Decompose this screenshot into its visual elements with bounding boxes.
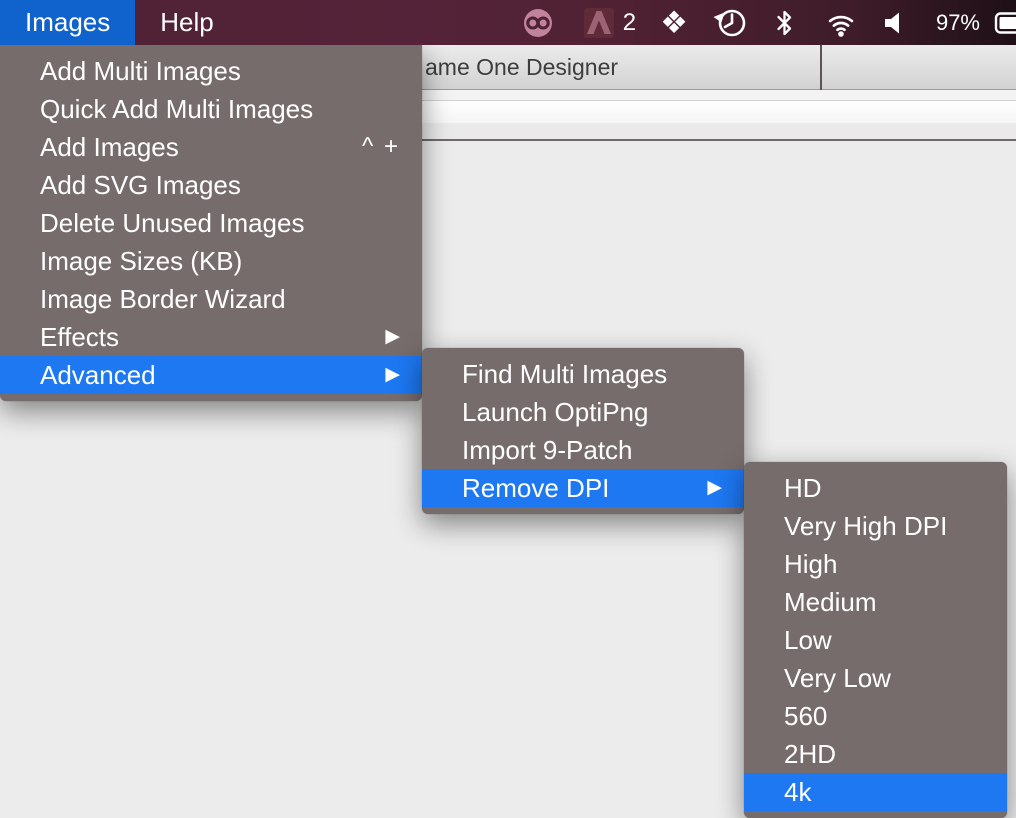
submenu-arrow-icon: ▶ xyxy=(385,318,400,356)
menu-item-label: Image Sizes (KB) xyxy=(40,242,400,280)
menu-item-label: Delete Unused Images xyxy=(40,204,400,242)
menu-item-label: HD xyxy=(784,469,985,507)
menu-item-label: Image Border Wizard xyxy=(40,280,400,318)
menu-item-label: Launch OptiPng xyxy=(462,393,722,431)
battery-icon[interactable] xyxy=(994,8,1016,38)
images-dropdown-menu: Add Multi Images Quick Add Multi Images … xyxy=(0,45,422,401)
menubar-status-area: 2 ❖ xyxy=(521,0,1016,45)
bluetooth-icon[interactable] xyxy=(774,7,796,39)
creative-cloud-icon[interactable] xyxy=(521,6,555,40)
menu-item-label: Find Multi Images xyxy=(462,355,722,393)
menu-item-label: 2HD xyxy=(784,735,985,773)
menu-item-effects[interactable]: Effects ▶ xyxy=(0,318,422,356)
menu-item-very-high-dpi[interactable]: Very High DPI xyxy=(744,507,1007,545)
menu-item-label: Remove DPI xyxy=(462,469,695,507)
time-machine-icon[interactable] xyxy=(712,6,748,40)
wifi-icon[interactable] xyxy=(824,8,858,38)
menu-item-label: Effects xyxy=(40,318,373,356)
advanced-submenu: Find Multi Images Launch OptiPng Import … xyxy=(422,348,744,514)
menu-item-medium[interactable]: Medium xyxy=(744,583,1007,621)
menu-item-remove-dpi[interactable]: Remove DPI ▶ xyxy=(422,469,744,507)
menu-item-label: Very Low xyxy=(784,659,985,697)
window-edge-divider xyxy=(820,45,822,90)
submenu-arrow-icon: ▶ xyxy=(707,469,722,507)
menu-item-add-images[interactable]: Add Images ^ + xyxy=(0,128,422,166)
menu-item-advanced[interactable]: Advanced ▶ xyxy=(0,356,422,394)
submenu-arrow-icon: ▶ xyxy=(385,356,400,394)
battery-percentage: 97% xyxy=(936,10,980,36)
menu-item-label: 560 xyxy=(784,697,985,735)
menu-item-image-sizes-kb[interactable]: Image Sizes (KB) xyxy=(0,242,422,280)
adobe-app-icon[interactable] xyxy=(583,7,615,39)
remove-dpi-submenu: HD Very High DPI High Medium Low Very Lo… xyxy=(744,462,1007,818)
menu-item-add-svg-images[interactable]: Add SVG Images xyxy=(0,166,422,204)
menu-item-label: 4k xyxy=(784,773,985,811)
menubar-item-help[interactable]: Help xyxy=(135,0,238,45)
menu-item-label: Add Multi Images xyxy=(40,52,400,90)
menu-bar: Images Help 2 ❖ xyxy=(0,0,1016,45)
menu-item-560[interactable]: 560 xyxy=(744,697,1007,735)
menu-item-4k[interactable]: 4k xyxy=(744,773,1007,811)
screen: ame One Designer Images Help xyxy=(0,0,1016,818)
window-title: ame One Designer xyxy=(425,45,618,89)
adobe-badge-count: 2 xyxy=(623,9,636,37)
menu-item-label: Add Images xyxy=(40,128,350,166)
menu-item-label: Add SVG Images xyxy=(40,166,400,204)
dropbox-icon[interactable]: ❖ xyxy=(660,0,688,45)
menu-item-find-multi-images[interactable]: Find Multi Images xyxy=(422,355,744,393)
menu-item-hd[interactable]: HD xyxy=(744,469,1007,507)
menu-item-delete-unused-images[interactable]: Delete Unused Images xyxy=(0,204,422,242)
menu-item-label: Advanced xyxy=(40,356,373,394)
menu-item-low[interactable]: Low xyxy=(744,621,1007,659)
menu-item-quick-add-multi-images[interactable]: Quick Add Multi Images xyxy=(0,90,422,128)
menu-item-import-9-patch[interactable]: Import 9-Patch xyxy=(422,431,744,469)
menu-item-launch-optipng[interactable]: Launch OptiPng xyxy=(422,393,744,431)
menu-item-2hd[interactable]: 2HD xyxy=(744,735,1007,773)
menu-item-label: Very High DPI xyxy=(784,507,985,545)
menu-item-very-low[interactable]: Very Low xyxy=(744,659,1007,697)
menu-item-label: Import 9-Patch xyxy=(462,431,722,469)
menubar-item-images[interactable]: Images xyxy=(0,0,135,45)
volume-icon[interactable] xyxy=(884,11,906,35)
menu-item-label: Medium xyxy=(784,583,985,621)
menu-item-label: Quick Add Multi Images xyxy=(40,90,400,128)
menu-item-label: Low xyxy=(784,621,985,659)
menu-item-label: High xyxy=(784,545,985,583)
keyboard-shortcut: ^ + xyxy=(362,128,400,166)
menu-item-add-multi-images[interactable]: Add Multi Images xyxy=(0,52,422,90)
menu-item-image-border-wizard[interactable]: Image Border Wizard xyxy=(0,280,422,318)
menu-item-high[interactable]: High xyxy=(744,545,1007,583)
